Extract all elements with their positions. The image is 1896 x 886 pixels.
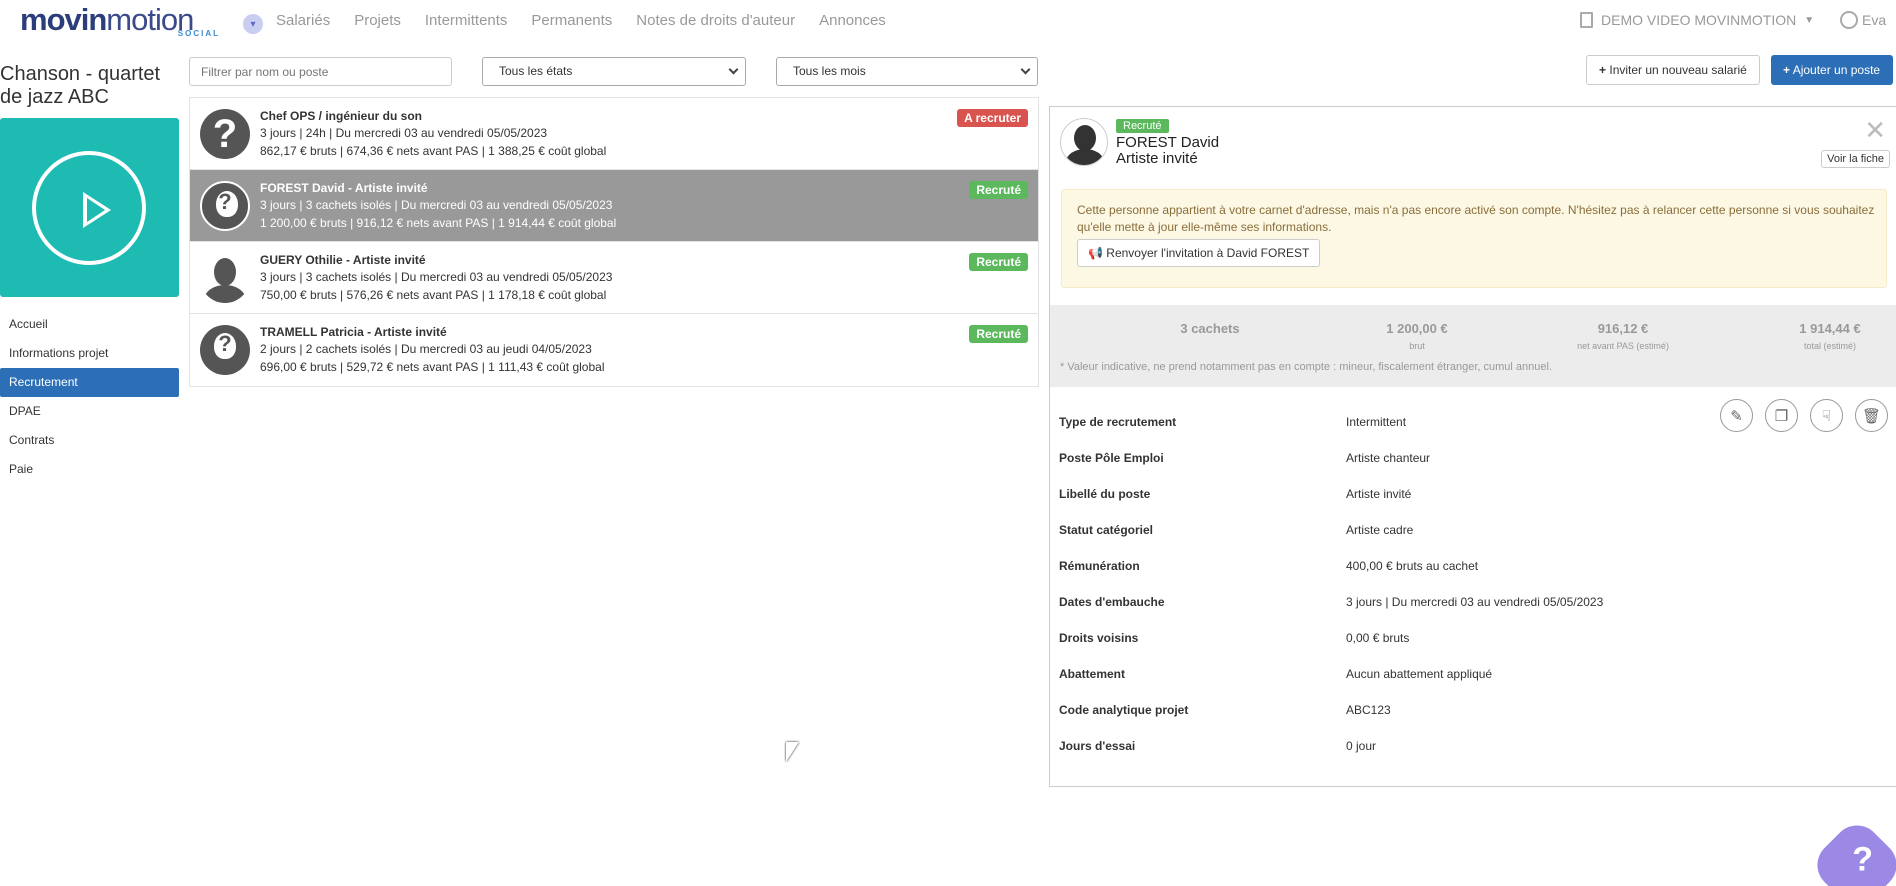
- status-badge: Recruté: [969, 325, 1028, 343]
- field-row: Code analytique projet ABC123: [1059, 703, 1391, 717]
- list-item[interactable]: Chef OPS / ingénieur du son 3 jours | 24…: [190, 98, 1038, 170]
- field-row: Droits voisins 0,00 € bruts: [1059, 631, 1410, 645]
- list-item-amounts: 750,00 € bruts | 576,26 € nets avant PAS…: [260, 288, 607, 302]
- play-icon: [32, 151, 146, 265]
- notice-text: Cette personne appartient à votre carnet…: [1077, 203, 1875, 234]
- chevron-down-icon: [728, 64, 739, 75]
- sidebar-item-accueil[interactable]: Accueil: [0, 310, 179, 339]
- list-item[interactable]: TRAMELL Patricia - Artiste invité 2 jour…: [190, 314, 1038, 386]
- top-navbar: movinmotion SOCIAL ▾ Salariés Projets In…: [0, 0, 1896, 42]
- list-item-schedule: 3 jours | 3 cachets isolés | Du mercredi…: [260, 270, 613, 284]
- plus-icon: +: [1783, 63, 1791, 77]
- detail-panel: Recruté FOREST David Artiste invité ✕ Vo…: [1049, 106, 1896, 787]
- help-button[interactable]: ?: [1807, 815, 1896, 886]
- project-sidebar: Accueil Informations projet Recrutement …: [0, 310, 179, 484]
- state-select[interactable]: Tous les états: [482, 57, 746, 86]
- invite-employee-button[interactable]: + Inviter un nouveau salarié: [1586, 55, 1760, 85]
- month-select[interactable]: Tous les mois: [776, 57, 1038, 86]
- sidebar-item-contrats[interactable]: Contrats: [0, 426, 179, 455]
- sidebar-item-paie[interactable]: Paie: [0, 455, 179, 484]
- person-silhouette-icon: [200, 253, 250, 303]
- logo-wordmark: movinmotion: [20, 2, 194, 37]
- plus-icon: +: [1599, 63, 1607, 77]
- nav-annonces[interactable]: Annonces: [819, 12, 886, 29]
- nav-intermittents[interactable]: Intermittents: [425, 12, 508, 29]
- list-item-amounts: 1 200,00 € bruts | 916,12 € nets avant P…: [260, 216, 617, 230]
- recruitment-list: Chef OPS / ingénieur du son 3 jours | 24…: [189, 97, 1039, 387]
- user-avatar-icon: [1840, 11, 1858, 29]
- list-item-schedule: 2 jours | 2 cachets isolés | Du mercredi…: [260, 342, 592, 356]
- summary-net: 916,12 € net avant PAS (estimé): [1577, 321, 1669, 351]
- nav-links: Salariés Projets Intermittents Permanent…: [276, 12, 910, 29]
- mouse-cursor: [786, 742, 799, 762]
- field-row: Type de recrutement Intermittent: [1059, 415, 1407, 429]
- user-menu[interactable]: Eva: [1840, 11, 1886, 29]
- search-input[interactable]: [189, 57, 452, 86]
- status-badge: Recruté: [1116, 119, 1169, 133]
- status-badge: A recruter: [957, 109, 1028, 127]
- user-name: Eva: [1862, 12, 1887, 28]
- list-item-title: GUERY Othilie - Artiste invité: [260, 253, 426, 267]
- unknown-person-avatar-icon: [200, 181, 250, 231]
- question-mark-icon: ?: [1851, 840, 1873, 879]
- view-profile-button[interactable]: Voir la fiche: [1821, 150, 1890, 168]
- detail-role: Artiste invité: [1116, 150, 1198, 167]
- field-row: Abattement Aucun abattement appliqué: [1059, 667, 1493, 681]
- list-item-schedule: 3 jours | 3 cachets isolés | Du mercredi…: [260, 198, 613, 212]
- detail-fields: Type de recrutement Intermittent Poste Pô…: [1059, 407, 1889, 767]
- person-avatar-icon: [1060, 118, 1108, 166]
- logo-subtitle: SOCIAL: [177, 29, 220, 38]
- list-item-title: TRAMELL Patricia - Artiste invité: [260, 325, 447, 339]
- project-title: Chanson - quartet de jazz ABC: [0, 63, 161, 108]
- sidebar-item-dpae[interactable]: DPAE: [0, 397, 179, 426]
- field-row: Dates d'embauche 3 jours | Du mercredi 03…: [1059, 595, 1604, 609]
- summary-total: 1 914,44 € total (estimé): [1799, 321, 1861, 351]
- sidebar-item-informations-projet[interactable]: Informations projet: [0, 339, 179, 368]
- building-icon: [1580, 12, 1593, 28]
- cost-summary: 3 cachets 1 200,00 € brut 916,12 € net a…: [1050, 305, 1896, 387]
- account-notice: Cette personne appartient à votre carnet…: [1061, 189, 1887, 288]
- add-position-button[interactable]: + Ajouter un poste: [1771, 55, 1893, 85]
- state-select-value: Tous les états: [499, 64, 573, 78]
- month-select-value: Tous les mois: [793, 64, 866, 78]
- nav-notes-droits-auteur[interactable]: Notes de droits d'auteur: [636, 12, 795, 29]
- list-item[interactable]: GUERY Othilie - Artiste invité 3 jours |…: [190, 242, 1038, 314]
- project-thumbnail: [0, 118, 179, 297]
- chevron-down-icon[interactable]: ▾: [243, 14, 263, 34]
- nav-permanents[interactable]: Permanents: [531, 12, 612, 29]
- nav-projets[interactable]: Projets: [354, 12, 401, 29]
- field-row: Statut catégoriel Artiste cadre: [1059, 523, 1414, 537]
- summary-brut: 1 200,00 € brut: [1386, 321, 1448, 351]
- question-avatar-icon: [200, 109, 250, 159]
- list-item-title: FOREST David - Artiste invité: [260, 181, 428, 195]
- org-name: DEMO VIDEO MOVINMOTION: [1601, 12, 1797, 28]
- list-item-amounts: 862,17 € bruts | 674,36 € nets avant PAS…: [260, 144, 607, 158]
- unknown-person-avatar-icon: [200, 325, 250, 375]
- list-item-schedule: 3 jours | 24h | Du mercredi 03 au vendre…: [260, 126, 548, 140]
- list-item[interactable]: FOREST David - Artiste invité 3 jours | …: [190, 170, 1038, 242]
- field-row: Rémunération 400,00 € bruts au cachet: [1059, 559, 1479, 573]
- sidebar-item-recrutement[interactable]: Recrutement: [0, 368, 179, 397]
- caret-down-icon: ▼: [1804, 14, 1815, 26]
- nav-salaries[interactable]: Salariés: [276, 12, 330, 29]
- chevron-down-icon: [1020, 64, 1031, 75]
- field-row: Poste Pôle Emploi Artiste chanteur: [1059, 451, 1431, 465]
- close-icon[interactable]: ✕: [1864, 115, 1886, 146]
- list-item-title: Chef OPS / ingénieur du son: [260, 109, 423, 123]
- org-switcher[interactable]: DEMO VIDEO MOVINMOTION ▼: [1580, 12, 1814, 28]
- field-row: Jours d'essai 0 jour: [1059, 739, 1377, 753]
- list-item-amounts: 696,00 € bruts | 529,72 € nets avant PAS…: [260, 360, 605, 374]
- field-row: Libellé du poste Artiste invité: [1059, 487, 1412, 501]
- resend-invite-button[interactable]: 📢 Renvoyer l'invitation à David FOREST: [1077, 239, 1321, 267]
- summary-cachets: 3 cachets: [1180, 321, 1240, 336]
- detail-header: Recruté FOREST David Artiste invité ✕ Vo…: [1050, 107, 1896, 168]
- summary-note: * Valeur indicative, ne prend notamment …: [1060, 361, 1553, 373]
- app-logo[interactable]: movinmotion SOCIAL: [20, 2, 220, 40]
- status-badge: Recruté: [969, 253, 1028, 271]
- megaphone-icon: 📢: [1088, 246, 1103, 260]
- detail-name: FOREST David: [1116, 134, 1220, 151]
- status-badge: Recruté: [969, 181, 1028, 199]
